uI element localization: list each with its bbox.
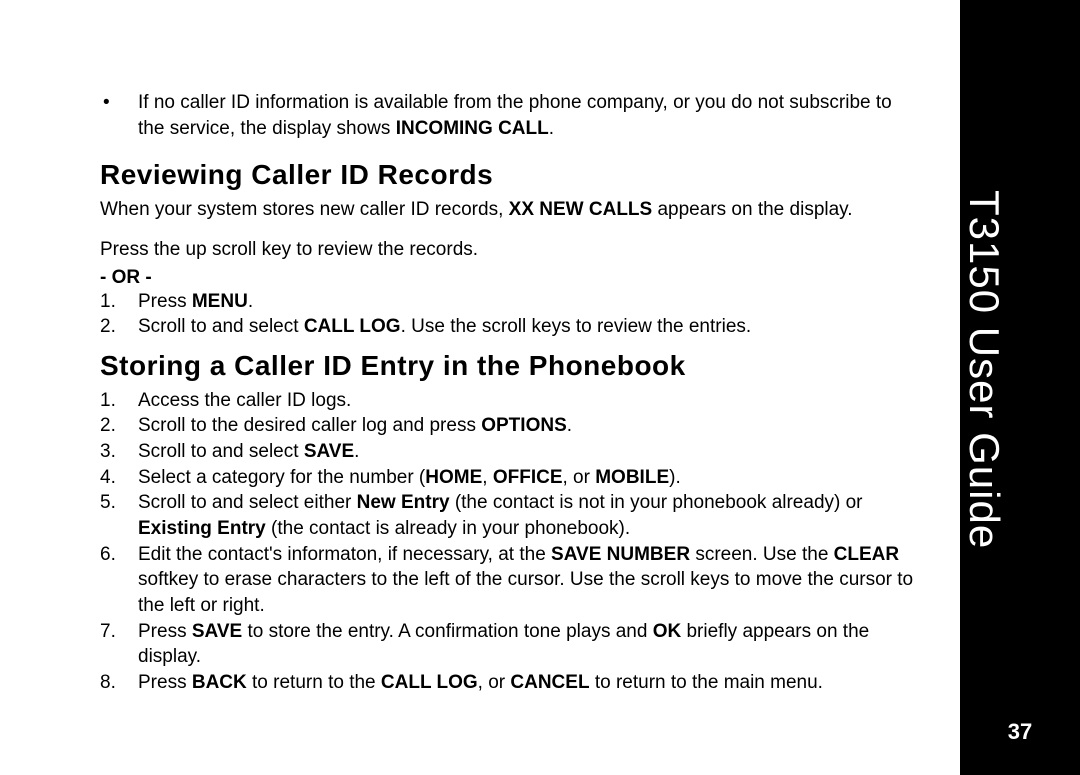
text: (the contact is already in your phoneboo…: [266, 518, 630, 539]
document-title: T3150 User Guide: [960, 190, 1008, 549]
bold: CLEAR: [834, 544, 899, 565]
bold: MENU: [192, 291, 248, 312]
text: , or: [563, 467, 596, 488]
bold: SAVE NUMBER: [551, 544, 690, 565]
bold: OK: [653, 621, 682, 642]
text: Scroll to and select either: [138, 492, 357, 513]
page: If no caller ID information is available…: [0, 0, 1080, 775]
text: to return to the main menu.: [590, 672, 823, 693]
text: appears on the display.: [652, 199, 852, 220]
text: to return to the: [247, 672, 381, 693]
paragraph: Press the up scroll key to review the re…: [100, 237, 920, 263]
list-item: Access the caller ID logs.: [100, 388, 920, 414]
text: Press: [138, 291, 192, 312]
bold: INCOMING CALL: [396, 118, 549, 139]
bold: SAVE: [304, 441, 354, 462]
text: ).: [669, 467, 681, 488]
bold: MOBILE: [595, 467, 669, 488]
bold: XX NEW CALLS: [509, 199, 653, 220]
sidebar: T3150 User Guide 37: [960, 0, 1080, 775]
bold: OFFICE: [493, 467, 563, 488]
text: . Use the scroll keys to review the entr…: [401, 316, 752, 337]
text: Scroll to and select: [138, 441, 304, 462]
bold: Existing Entry: [138, 518, 266, 539]
text: screen. Use the: [690, 544, 834, 565]
section-heading-storing: Storing a Caller ID Entry in the Phonebo…: [100, 350, 920, 382]
text: .: [248, 291, 253, 312]
list-item: Edit the contact's informaton, if necess…: [100, 542, 920, 619]
list-item: Scroll to and select either New Entry (t…: [100, 490, 920, 541]
intro-bullet-item: If no caller ID information is available…: [100, 90, 920, 141]
text: .: [567, 415, 572, 436]
text: Access the caller ID logs.: [138, 390, 351, 411]
bold: New Entry: [357, 492, 450, 513]
text: ,: [482, 467, 493, 488]
intro-bullet-list: If no caller ID information is available…: [100, 90, 920, 141]
list-item: Scroll to the desired caller log and pre…: [100, 413, 920, 439]
list-item: Press SAVE to store the entry. A confirm…: [100, 619, 920, 670]
text: .: [354, 441, 359, 462]
bold: CALL LOG: [304, 316, 401, 337]
content-area: If no caller ID information is available…: [0, 0, 960, 775]
text: When your system stores new caller ID re…: [100, 199, 509, 220]
text: Edit the contact's informaton, if necess…: [138, 544, 551, 565]
list-item: Select a category for the number (HOME , …: [100, 465, 920, 491]
text: Press: [138, 621, 192, 642]
text: , or: [478, 672, 511, 693]
bold: CALL LOG: [381, 672, 478, 693]
list-item: Press MENU.: [100, 289, 920, 315]
ordered-list: Press MENU. Scroll to and select CALL LO…: [100, 289, 920, 340]
text: Press: [138, 672, 192, 693]
bold: BACK: [192, 672, 247, 693]
text: Scroll to and select: [138, 316, 304, 337]
section-heading-reviewing: Reviewing Caller ID Records: [100, 159, 920, 191]
text: Select a category for the number (: [138, 467, 425, 488]
list-item: Scroll to and select CALL LOG. Use the s…: [100, 314, 920, 340]
list-item: Press BACK to return to the CALL LOG, or…: [100, 670, 920, 696]
text: softkey to erase characters to the left …: [138, 569, 913, 616]
or-separator: - OR -: [100, 267, 920, 289]
bold: SAVE: [192, 621, 242, 642]
text: .: [549, 118, 554, 139]
text: to store the entry. A confirmation tone …: [242, 621, 653, 642]
paragraph: When your system stores new caller ID re…: [100, 197, 920, 223]
list-item: Scroll to and select SAVE.: [100, 439, 920, 465]
bold: OPTIONS: [481, 415, 567, 436]
bold: HOME: [425, 467, 482, 488]
text: (the contact is not in your phonebook al…: [450, 492, 863, 513]
bold: CANCEL: [510, 672, 589, 693]
page-number: 37: [1008, 719, 1032, 745]
text: Scroll to the desired caller log and pre…: [138, 415, 481, 436]
ordered-list: Access the caller ID logs. Scroll to the…: [100, 388, 920, 696]
